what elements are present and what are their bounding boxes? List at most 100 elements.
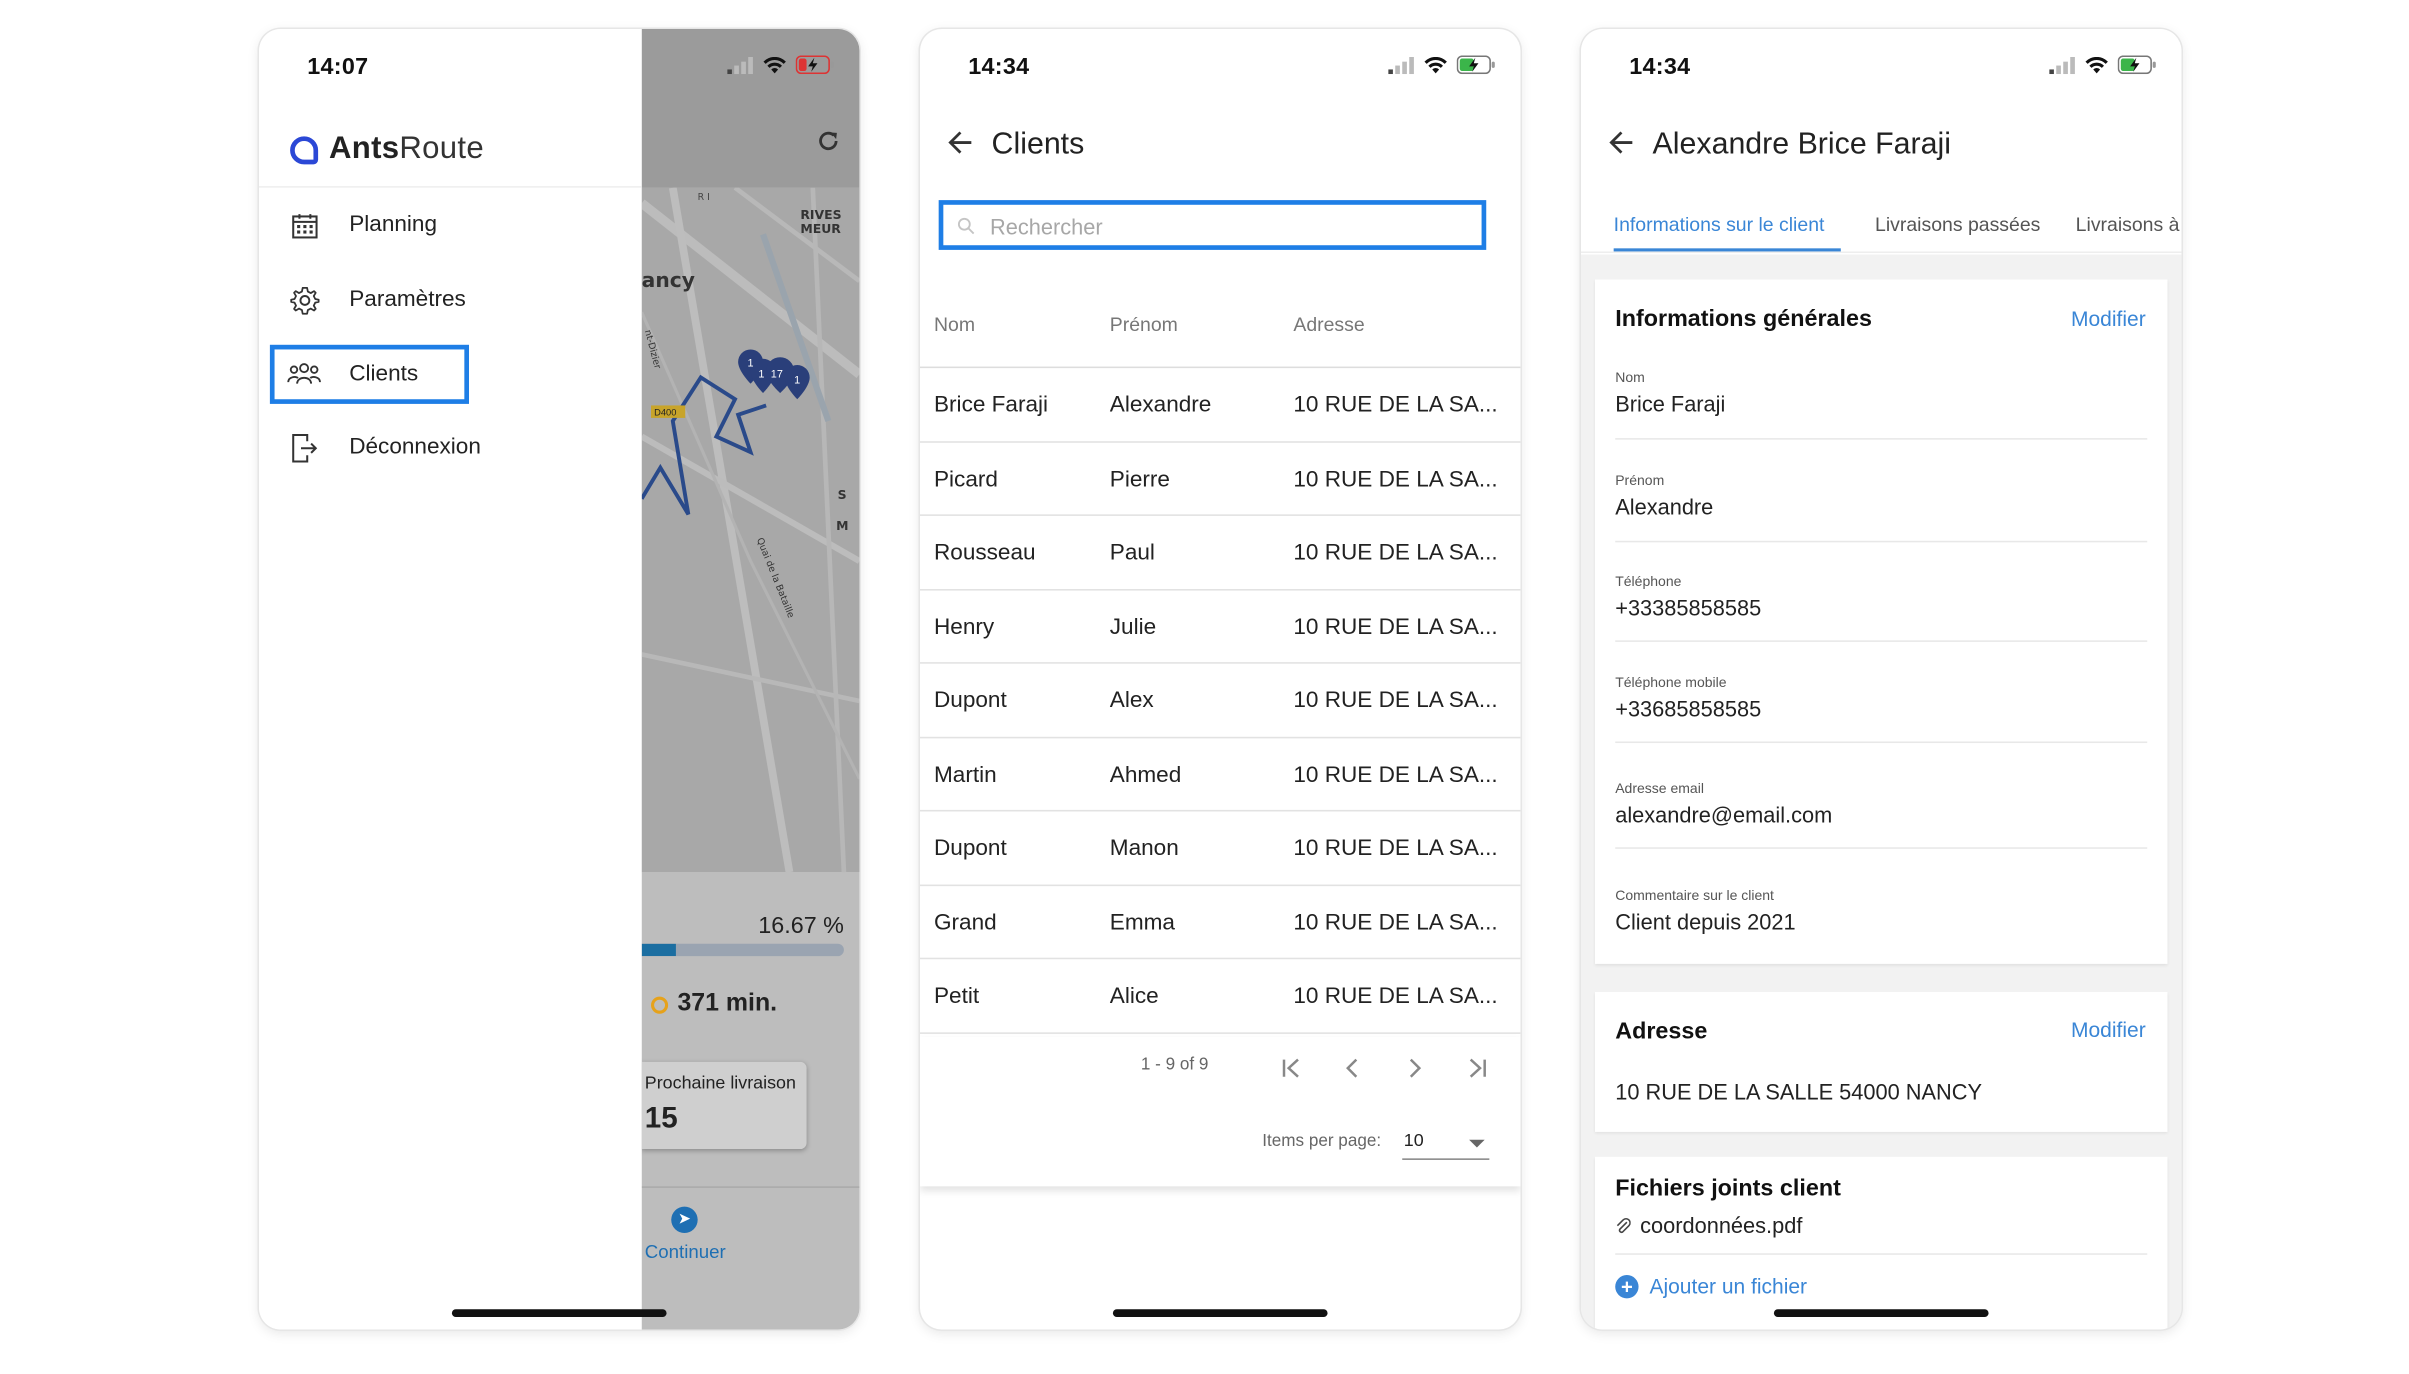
tab-upcoming-deliveries[interactable]: Livraisons à: [2076, 214, 2180, 236]
menu-item-planning[interactable]: Planning: [287, 200, 437, 250]
phone-menu-screen: 14:07 1 1 17 1 D400 ancy RIVES MEUR S M …: [259, 29, 860, 1330]
marker-label: 1: [747, 358, 753, 370]
home-indicator[interactable]: [451, 1309, 667, 1318]
refresh-icon[interactable]: [816, 129, 841, 154]
search-input[interactable]: [990, 211, 1457, 243]
battery-charging-icon: [1456, 55, 1495, 75]
map-view[interactable]: 1 1 17 1 D400 ancy RIVES MEUR S M R I Qu…: [641, 187, 860, 873]
page-title: Clients: [991, 127, 1085, 162]
cell-nom: Picard: [934, 466, 998, 492]
page-title: Alexandre Brice Faraji: [1652, 127, 1951, 162]
map-background: 1 1 17 1 D400 ancy RIVES MEUR S M R I Qu…: [641, 29, 860, 1330]
field-comment: Commentaire sur le client Client depuis 2…: [1615, 888, 2147, 950]
marker-label: 1: [794, 375, 800, 387]
navigation-arrow-icon[interactable]: ➤: [671, 1206, 698, 1234]
table-row[interactable]: Dupont Alex 10 RUE DE LA SA...: [920, 664, 1521, 738]
field-value[interactable]: alexandre@email.com: [1615, 802, 1832, 827]
chevron-right-icon: [1409, 1058, 1422, 1078]
field-value[interactable]: +33685858585: [1615, 696, 1761, 721]
battery-charging-icon: [2117, 55, 2156, 75]
field-label: Téléphone mobile: [1615, 674, 1727, 691]
field-value: Client depuis 2021: [1615, 909, 1796, 935]
table-row[interactable]: Picard Pierre 10 RUE DE LA SA...: [920, 442, 1521, 516]
cell-prenom: Ahmed: [1109, 762, 1182, 788]
menu-item-deconnexion[interactable]: Déconnexion: [287, 423, 481, 473]
add-file-label: Ajouter un fichier: [1649, 1275, 1808, 1299]
column-header-prenom[interactable]: Prénom: [1110, 314, 1273, 336]
cell-prenom: Alex: [1109, 688, 1154, 714]
menu-item-clients[interactable]: Clients: [269, 344, 470, 404]
phone-client-detail-screen: 14:34 Alexandre Brice Faraji Information…: [1581, 29, 2182, 1330]
signal-icon: [727, 56, 753, 74]
wifi-icon: [1424, 56, 1447, 73]
cell-adresse: 10 RUE DE LA SA...: [1293, 466, 1498, 492]
signal-icon: [1388, 56, 1414, 74]
column-header-adresse[interactable]: Adresse: [1293, 314, 1503, 336]
cell-adresse: 10 RUE DE LA SA...: [1293, 393, 1498, 418]
menu-item-parametres[interactable]: Paramètres: [287, 275, 466, 325]
details-content: Informations générales Modifier Nom Brice…: [1581, 254, 2182, 1330]
field-label: Téléphone: [1615, 573, 1682, 590]
plus-icon: +: [1615, 1275, 1639, 1299]
paperclip-icon: [1616, 1217, 1631, 1233]
back-arrow-icon[interactable]: [1609, 130, 1634, 155]
cell-nom: Martin: [934, 762, 997, 788]
cell-adresse: 10 RUE DE LA SA...: [1293, 910, 1498, 936]
edit-address-button[interactable]: Modifier: [2071, 1018, 2146, 1041]
map-side-label: M: [836, 518, 848, 533]
logo-text: AntsRoute: [329, 132, 484, 168]
signal-icon: [2049, 56, 2075, 74]
field-nom: Nom Brice Faraji: [1615, 370, 2148, 440]
tab-client-info[interactable]: Informations sur le client: [1614, 214, 1825, 236]
edit-general-info-button[interactable]: Modifier: [2071, 307, 2146, 330]
navigation-drawer: AntsRoute Planning Paramètres Clients Dé…: [259, 29, 642, 1330]
table-row[interactable]: Dupont Manon 10 RUE DE LA SA...: [920, 811, 1521, 886]
attachment-item[interactable]: coordonnées.pdf: [1615, 1213, 1802, 1238]
items-per-page-value: 10: [1403, 1131, 1424, 1151]
field-label: Commentaire sur le client: [1615, 887, 1774, 904]
card-title: Adresse: [1615, 1018, 1708, 1045]
first-page-icon: [1282, 1058, 1299, 1078]
table-row[interactable]: Brice Faraji Alexandre 10 RUE DE LA SA...: [920, 368, 1521, 443]
search-box[interactable]: [938, 200, 1487, 250]
last-page-button[interactable]: [1458, 1049, 1495, 1086]
table-row[interactable]: Martin Ahmed 10 RUE DE LA SA...: [920, 738, 1521, 812]
field-telephone-mobile: Téléphone mobile +33685858585: [1615, 674, 2148, 744]
table-row[interactable]: Rousseau Paul 10 RUE DE LA SA...: [920, 516, 1521, 590]
progress-percentage: 16.67 %: [758, 912, 844, 940]
next-delivery-card[interactable]: Prochaine livraison 15: [641, 1061, 807, 1150]
progress-bar-fill: [641, 943, 676, 957]
first-page-button[interactable]: [1273, 1049, 1310, 1086]
previous-page-button[interactable]: [1334, 1049, 1371, 1086]
address-card: Adresse Modifier 10 RUE DE LA SALLE 5400…: [1595, 991, 2168, 1132]
duration-value: 371 min.: [677, 990, 778, 1017]
tab-past-deliveries[interactable]: Livraisons passées: [1875, 214, 2040, 236]
clock-icon: [651, 995, 669, 1013]
items-per-page-label: Items per page:: [1262, 1131, 1382, 1151]
table-row[interactable]: Henry Julie 10 RUE DE LA SA...: [920, 590, 1521, 664]
table-row[interactable]: Grand Emma 10 RUE DE LA SA...: [920, 885, 1521, 960]
home-indicator[interactable]: [1773, 1309, 1989, 1318]
field-value: Brice Faraji: [1615, 391, 1726, 417]
map-side-label: S: [838, 487, 847, 502]
next-page-button[interactable]: [1396, 1049, 1433, 1086]
next-delivery-label: Prochaine livraison: [644, 1074, 796, 1094]
items-per-page-select[interactable]: 10: [1402, 1126, 1490, 1160]
search-icon: [957, 217, 975, 235]
column-header-nom[interactable]: Nom: [934, 314, 1090, 336]
back-arrow-icon[interactable]: [948, 130, 973, 155]
paginator: 1 - 9 of 9 Items per page: 10: [920, 1037, 1521, 1187]
field-value[interactable]: +33385858585: [1615, 595, 1761, 620]
table-row[interactable]: Petit Alice 10 RUE DE LA SA...: [920, 959, 1521, 1034]
continue-button[interactable]: Continuer: [645, 1241, 726, 1263]
marker-label: 17: [771, 368, 783, 380]
page-header: Clients: [920, 122, 1520, 175]
tab-bar: Informations sur le client Livraisons pa…: [1581, 203, 2182, 254]
home-indicator[interactable]: [1112, 1309, 1328, 1318]
field-telephone: Téléphone +33385858585: [1615, 573, 2148, 642]
last-page-icon: [1469, 1058, 1486, 1078]
cell-adresse: 10 RUE DE LA SA...: [1293, 540, 1498, 566]
add-file-button[interactable]: + Ajouter un fichier: [1615, 1275, 1808, 1299]
duration: 371 min.: [651, 990, 777, 1018]
cell-adresse: 10 RUE DE LA SA...: [1293, 614, 1498, 640]
